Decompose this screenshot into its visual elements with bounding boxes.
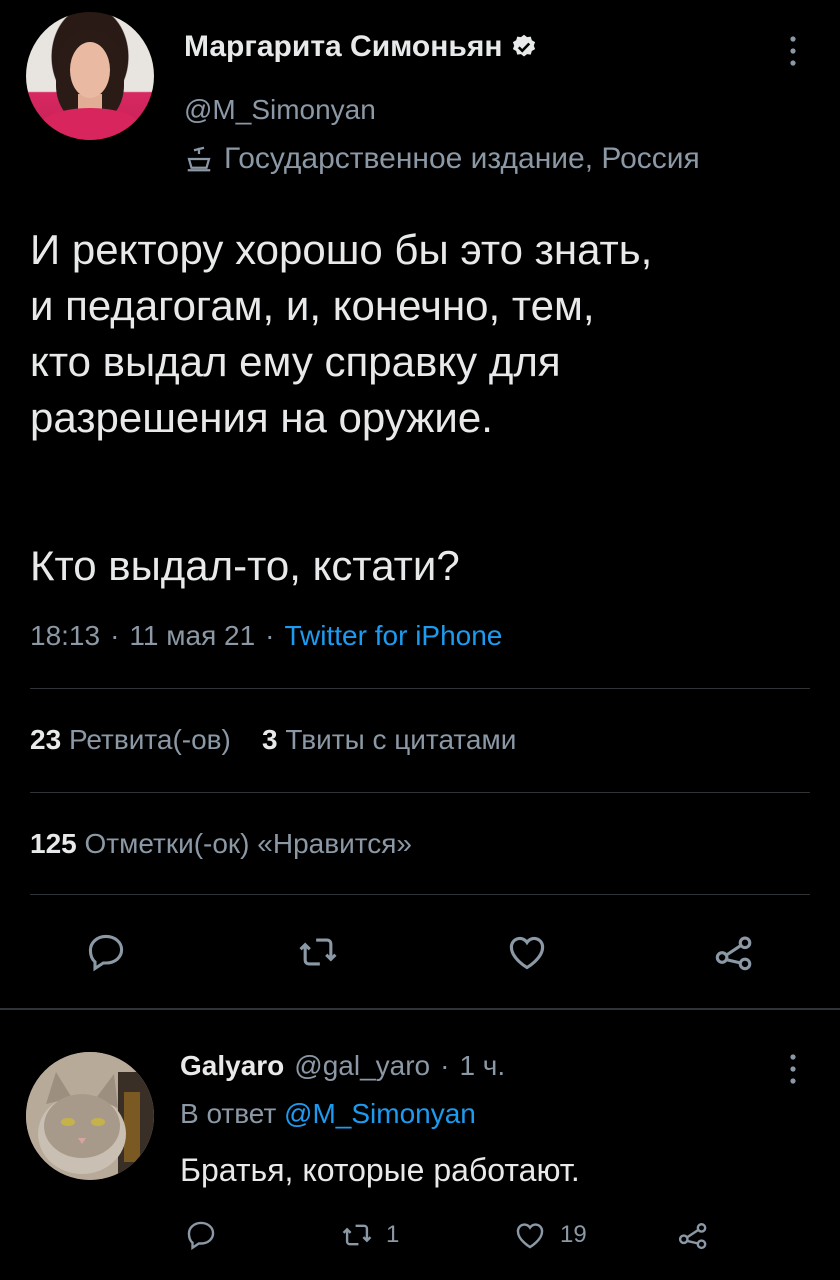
author-name-row[interactable]: Маргарита Симоньян (184, 30, 538, 64)
likes-label: Отметки(-ок) «Нравится» (84, 828, 412, 859)
reply-separator: · (440, 1050, 450, 1081)
retweet-icon (342, 1224, 372, 1246)
share-icon (678, 1223, 707, 1250)
tweet-source-link[interactable]: Twitter for iPhone (285, 620, 503, 652)
reply-author-handle[interactable]: @gal_yaro (294, 1050, 430, 1082)
reply-time[interactable]: 1 ч. (459, 1050, 505, 1082)
likes-count: 125 (30, 828, 77, 859)
tweet-date: 11 мая 21 (129, 620, 256, 651)
tweet-text-question: Кто выдал-то, кстати? (30, 542, 460, 589)
divider (30, 792, 810, 793)
author-handle[interactable]: @M_Simonyan (184, 94, 376, 126)
reply-button[interactable] (84, 930, 128, 974)
like-icon (516, 1223, 544, 1249)
section-divider (0, 1008, 840, 1010)
likes-stat[interactable]: 125 Отметки(-ок) «Нравится» (30, 828, 412, 860)
reply-retweet-count: 1 (386, 1221, 400, 1248)
reply-to-prefix: В ответ (180, 1098, 277, 1129)
state-media-text: Государственное издание, Россия (224, 142, 700, 175)
author-avatar[interactable] (26, 12, 154, 140)
like-icon (509, 936, 545, 970)
author-name[interactable]: Маргарита Симоньян (184, 30, 502, 64)
reply-to-handle[interactable]: @M_Simonyan (284, 1098, 476, 1129)
retweets-label: Ретвита(-ов) (68, 724, 231, 755)
share-icon (715, 936, 752, 971)
more-options-icon[interactable] (786, 34, 800, 73)
retweets-count: 23 (30, 724, 62, 755)
retweets-stat[interactable]: 23 Ретвита(-ов) (30, 724, 231, 755)
retweet-icon (299, 938, 337, 966)
tweet-text: И ректору хорошо бы это знать, и педагог… (30, 226, 653, 441)
reply-retweet-button[interactable]: 1 (340, 1218, 399, 1252)
reply-icon (187, 1221, 215, 1251)
meta-separator: · (110, 620, 120, 651)
tweet-meta: 18:13 · 11 мая 21 · Twitter for iPhone (30, 620, 502, 652)
state-media-label: Государственное издание, Россия (184, 142, 700, 176)
reply-header: Galyaro @gal_yaro · 1 ч. (180, 1050, 505, 1082)
verified-badge-icon (513, 34, 536, 57)
retweet-button[interactable] (296, 930, 340, 974)
divider (30, 894, 810, 895)
share-button[interactable] (712, 930, 756, 974)
reply-like-count: 19 (560, 1221, 587, 1248)
retweet-quote-stats: 23 Ретвита(-ов) 3 Твиты с цитатами (30, 724, 516, 756)
quotes-label: Твиты с цитатами (285, 724, 517, 755)
like-button[interactable] (504, 930, 550, 974)
reply-author-avatar[interactable] (26, 1052, 154, 1180)
meta-separator: · (265, 620, 275, 651)
reply-more-options-icon[interactable] (786, 1052, 800, 1091)
tweet-time: 18:13 (30, 620, 101, 651)
reply-icon (88, 934, 124, 972)
quotes-stat[interactable]: 3 Твиты с цитатами (262, 724, 516, 755)
reply-author-name[interactable]: Galyaro (180, 1050, 284, 1082)
reply-to-line: В ответ @M_Simonyan (180, 1098, 476, 1130)
quotes-count: 3 (262, 724, 278, 755)
divider (30, 688, 810, 689)
reply-share-button[interactable] (676, 1218, 710, 1252)
reply-like-button[interactable]: 19 (512, 1218, 587, 1252)
reply-reply-button[interactable] (184, 1218, 218, 1252)
reply-text: Братья, которые работают. (180, 1152, 580, 1188)
state-media-icon (187, 146, 211, 172)
